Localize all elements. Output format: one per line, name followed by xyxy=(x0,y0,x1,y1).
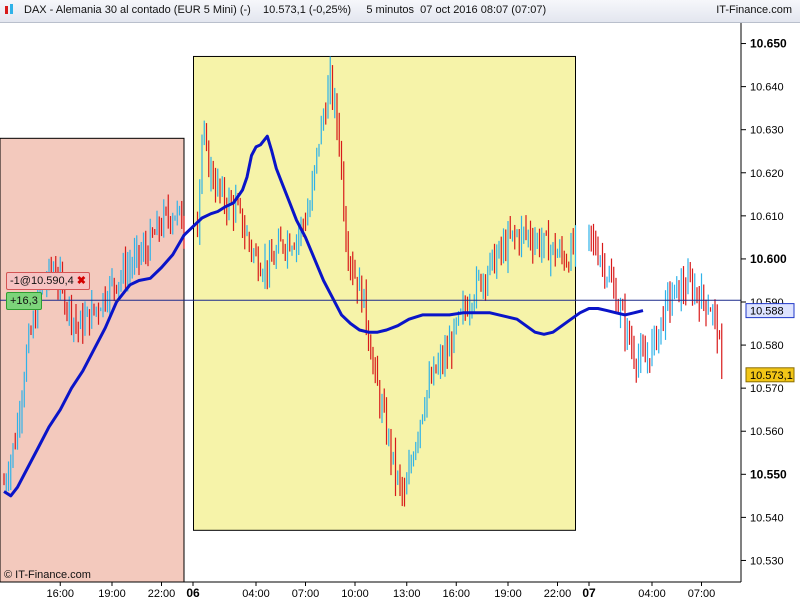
brand-label: IT-Finance.com xyxy=(716,4,792,16)
time-tick-label: 06 xyxy=(186,586,200,600)
pnl-label: +16,3 xyxy=(10,295,38,307)
price-tick-label: 10.530 xyxy=(750,555,784,567)
session-backgrounds xyxy=(0,22,741,583)
price-tick-label: 10.600 xyxy=(750,252,787,266)
price-tick-label: 10.650 xyxy=(750,37,787,51)
pnl-badge: +16,3 xyxy=(6,292,42,310)
price-tick-label: 10.550 xyxy=(750,467,787,481)
price-tick-label: 10.540 xyxy=(750,512,784,524)
price-tick-label: 10.610 xyxy=(750,211,784,223)
time-tick-label: 07:00 xyxy=(688,588,716,600)
price-tick-label: 10.630 xyxy=(750,125,784,137)
session-2-range xyxy=(193,55,576,531)
order-badge[interactable]: -1@10.590,4 ✖ xyxy=(6,272,90,290)
price-axis: 10.650 10.640 10.630 10.620 10.610 10.600 10.5… xyxy=(740,22,800,582)
time-axis: 16:00 19:00 22:00 06 04:00 07:00 10:00 13:00 16:… xyxy=(0,581,800,600)
time-tick-label: 16:00 xyxy=(442,588,470,600)
copyright-label: © IT-Finance.com xyxy=(4,569,91,581)
close-order-icon[interactable]: ✖ xyxy=(77,275,86,287)
time-tick-label: 19:00 xyxy=(98,588,126,600)
price-tick-label: 10.580 xyxy=(750,340,784,352)
price-tick-label: 10.560 xyxy=(750,426,784,438)
time-tick-label: 22:00 xyxy=(148,588,176,600)
order-label: -1@10.590,4 xyxy=(10,275,74,287)
chart-type-icon xyxy=(5,4,13,14)
time-tick-label: 10:00 xyxy=(341,588,369,600)
price-tick-label: 10.640 xyxy=(750,82,784,94)
price-chart[interactable]: 10.650 10.640 10.630 10.620 10.610 10.600 10.5… xyxy=(0,0,800,600)
session-1-range xyxy=(0,137,185,583)
time-tick-label: 04:00 xyxy=(242,588,270,600)
chart-title: DAX - Alemania 30 al contado (EUR 5 Mini… xyxy=(24,4,547,16)
moving-average-tag-label: 10.588 xyxy=(750,306,784,318)
time-tick-label: 19:00 xyxy=(494,588,522,600)
price-tick-label: 10.570 xyxy=(750,383,784,395)
time-tick-label: 13:00 xyxy=(393,588,421,600)
time-tick-label: 07 xyxy=(582,586,596,600)
time-tick-label: 22:00 xyxy=(544,588,572,600)
time-tick-label: 07:00 xyxy=(292,588,320,600)
time-tick-label: 04:00 xyxy=(638,588,666,600)
current-price-tag-label: 10.573,1 xyxy=(750,370,793,382)
chart-header: DAX - Alemania 30 al contado (EUR 5 Mini… xyxy=(0,0,800,23)
price-tick-label: 10.620 xyxy=(750,168,784,180)
time-tick-label: 16:00 xyxy=(46,588,74,600)
